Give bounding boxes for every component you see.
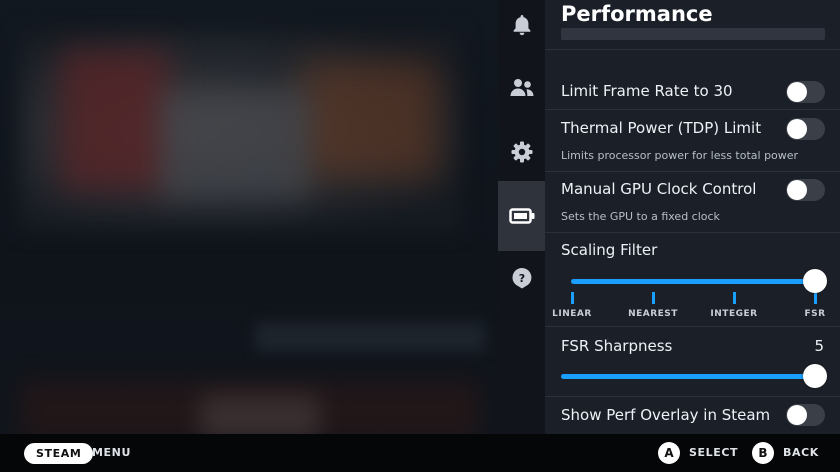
bell-icon (513, 15, 530, 36)
performance-tab[interactable] (498, 181, 545, 251)
blurred-library-background (0, 0, 498, 434)
battery-icon (508, 208, 534, 224)
divider (545, 396, 840, 397)
fsr-sharpness-value: 5 (814, 337, 824, 355)
manual-gpu-clock-toggle[interactable] (786, 179, 825, 201)
divider (545, 326, 840, 327)
performance-panel: Performance Limit Frame Rate to 30 Therm… (545, 0, 840, 434)
scaling-option-nearest[interactable]: NEAREST (628, 309, 678, 319)
divider (545, 171, 840, 172)
divider (545, 232, 840, 233)
row-label: Scaling Filter (561, 241, 658, 259)
row-description: Limits processor power for less total po… (561, 149, 799, 162)
panel-title: Performance (561, 2, 713, 26)
scaling-filter-track[interactable] (571, 279, 815, 284)
tick-mark (733, 292, 736, 304)
perf-overlay-toggle[interactable] (786, 404, 825, 426)
scaling-option-fsr[interactable]: FSR (804, 309, 825, 319)
fsr-sharpness-track[interactable] (561, 374, 815, 379)
a-button-icon[interactable]: A (658, 442, 680, 464)
tdp-limit-toggle[interactable] (786, 118, 825, 140)
row-label: Thermal Power (TDP) Limit (561, 119, 762, 137)
gear-icon (511, 141, 532, 163)
tick-mark (652, 292, 655, 304)
help-tab[interactable]: ? (498, 248, 545, 308)
scaling-option-integer[interactable]: INTEGER (710, 309, 757, 319)
divider (545, 109, 840, 110)
divider (545, 49, 840, 50)
tick-mark (814, 292, 817, 304)
b-button-icon[interactable]: B (752, 442, 774, 464)
row-label: Limit Frame Rate to 30 (561, 82, 733, 100)
select-hint-label: SELECT (689, 446, 739, 459)
scaling-filter-handle[interactable] (803, 269, 827, 293)
friends-tab[interactable] (498, 58, 545, 118)
notifications-tab[interactable] (498, 0, 545, 55)
svg-text:?: ? (518, 272, 524, 285)
row-label: Show Perf Overlay in Steam (561, 406, 771, 424)
help-icon: ? (512, 268, 531, 289)
scaling-option-linear[interactable]: LINEAR (552, 309, 592, 319)
profile-bar (561, 28, 825, 40)
quick-access-rail: ? (498, 0, 545, 434)
row-label: Manual GPU Clock Control (561, 180, 757, 198)
friends-icon (510, 79, 533, 96)
row-label: FSR Sharpness (561, 337, 673, 355)
tick-mark (571, 292, 574, 304)
settings-tab[interactable] (498, 122, 545, 182)
menu-hint-label: MENU (92, 446, 131, 459)
row-description: Sets the GPU to a fixed clock (561, 210, 720, 223)
limit-frame-rate-toggle[interactable] (786, 81, 825, 103)
steam-button[interactable]: STEAM (24, 443, 94, 464)
fsr-sharpness-handle[interactable] (803, 364, 827, 388)
bottom-hint-bar: STEAM MENU A SELECT B BACK (0, 434, 840, 472)
back-hint-label: BACK (783, 446, 819, 459)
